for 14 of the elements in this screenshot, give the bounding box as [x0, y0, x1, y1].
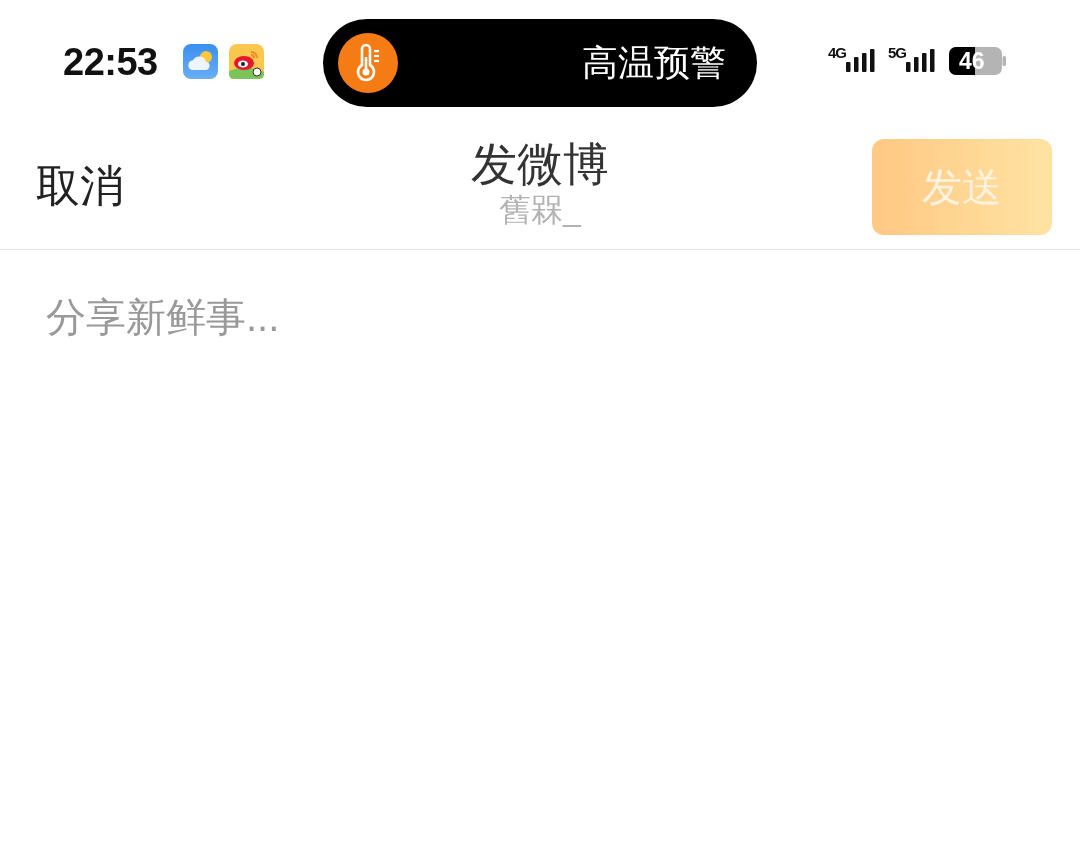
signal-bars-icon — [906, 49, 937, 72]
network-type-label: 5G — [888, 45, 907, 60]
network-type-label: 4G — [828, 45, 846, 60]
alert-text: 高温预警 — [582, 44, 726, 81]
app-logo-icon — [228, 44, 264, 79]
signal-bars-icon — [846, 49, 876, 72]
cancel-button[interactable]: 取消 — [36, 164, 124, 210]
cloud-sun-icon — [182, 44, 218, 79]
username-label: 舊槑_ — [499, 191, 581, 229]
post-input-field[interactable]: 分享新鲜事... — [46, 292, 1034, 807]
page-title: 发微博 — [471, 137, 609, 191]
thermometer-icon — [338, 32, 398, 93]
dynamic-island[interactable]: 高温预警 — [323, 18, 757, 107]
clock-time: 22:53 — [63, 42, 158, 81]
